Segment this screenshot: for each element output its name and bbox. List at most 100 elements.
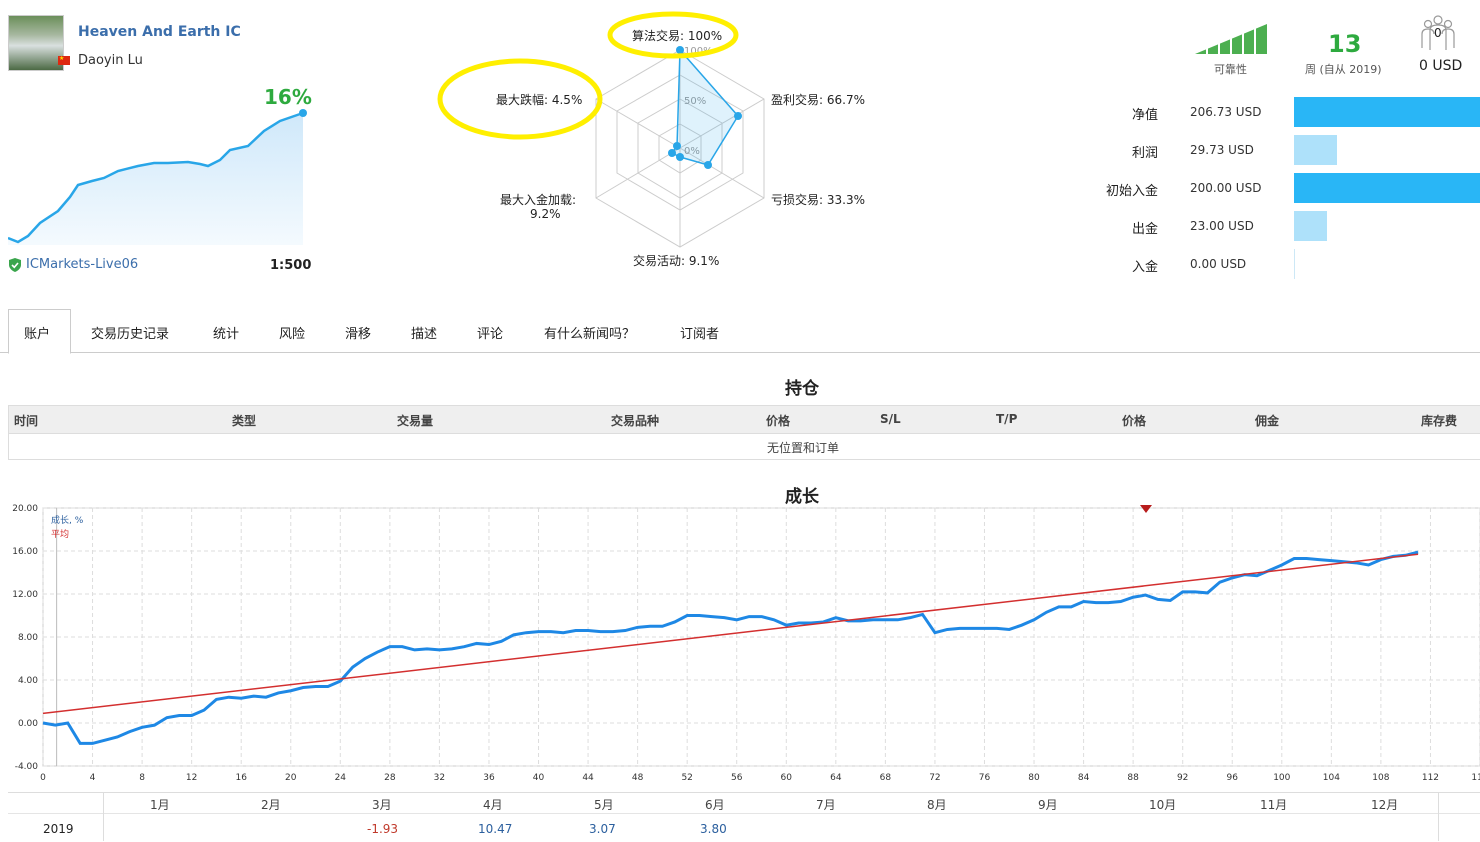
tab-statistics[interactable]: 统计 <box>213 323 239 342</box>
positions-col-4[interactable]: 价格 <box>766 412 790 429</box>
month-value-0: -1.93 <box>367 822 399 836</box>
positions-col-2[interactable]: 交易量 <box>397 412 433 429</box>
monthly-table-left-border <box>103 792 104 841</box>
finance-value-1: 29.73 USD <box>1190 143 1254 157</box>
x-tick-60: 60 <box>781 773 793 783</box>
finance-label-1: 利润 <box>1131 146 1158 161</box>
positions-col-9[interactable]: 库存费 <box>1421 412 1457 429</box>
radar-label-deposit-load-line1: 最大入金加载: <box>500 193 577 207</box>
x-tick-68: 68 <box>880 773 892 783</box>
month-label-7: 8月 <box>927 798 947 812</box>
y-tick-3: 8.00 <box>18 633 38 643</box>
positions-col-1[interactable]: 类型 <box>232 412 256 429</box>
x-tick-108: 108 <box>1372 773 1389 783</box>
positions-col-7[interactable]: 价格 <box>1122 412 1146 429</box>
tab-account[interactable]: 账户 <box>24 323 50 342</box>
leverage: 1:500 <box>270 258 312 273</box>
verified-shield-icon <box>9 257 21 272</box>
month-label-9: 10月 <box>1149 798 1177 812</box>
highlight-ellipse-drawdown <box>437 58 603 140</box>
signal-avatar[interactable] <box>8 15 64 71</box>
radar-point-loss <box>704 161 712 169</box>
finance-value-3: 23.00 USD <box>1190 219 1254 233</box>
x-tick-80: 80 <box>1028 773 1040 783</box>
highlight-ellipse-algo <box>607 11 739 59</box>
x-tick-104: 104 <box>1323 773 1340 783</box>
month-label-6: 7月 <box>816 798 836 812</box>
x-tick-48: 48 <box>632 773 644 783</box>
positions-col-3[interactable]: 交易品种 <box>611 412 659 429</box>
tab-subscribers[interactable]: 订阅者 <box>680 323 719 342</box>
month-label-5: 6月 <box>705 798 725 812</box>
finance-bar-3 <box>1294 211 1328 241</box>
monthly-table-divider <box>8 813 1480 814</box>
year-label: 2019 <box>43 822 74 836</box>
month-label-11: 12月 <box>1371 798 1399 812</box>
legend-growth: 成长, % <box>51 516 84 526</box>
radar-point-deposit-load <box>668 149 676 157</box>
finance-bar-0 <box>1294 97 1480 127</box>
positions-col-6[interactable]: T/P <box>996 412 1017 426</box>
legend-average: 平均 <box>51 530 70 540</box>
x-tick-116: 116 <box>1471 773 1480 783</box>
signal-title[interactable]: Heaven And Earth IC <box>78 24 241 40</box>
tab-reviews[interactable]: 评论 <box>477 323 503 342</box>
y-tick-2: 4.00 <box>18 676 38 686</box>
x-tick-40: 40 <box>533 773 545 783</box>
tab-slippage[interactable]: 滑移 <box>345 323 371 342</box>
positions-col-8[interactable]: 佣金 <box>1255 412 1279 429</box>
growth-chart: 0 4 8 12 16 20 24 28 32 36 40 44 48 52 56 60 64 68 72 76 80 8… <box>12 504 1480 783</box>
tab-trade-history[interactable]: 交易历史记录 <box>91 323 169 342</box>
broker-server[interactable]: ICMarkets-Live06 <box>26 257 138 272</box>
finance-bar-1 <box>1294 135 1337 165</box>
positions-title: 持仓 <box>785 379 819 399</box>
x-tick-84: 84 <box>1078 773 1090 783</box>
china-flag-icon <box>58 55 70 65</box>
radar-label-deposit-load-line2: 9.2% <box>530 207 561 221</box>
y-tick-1: 0.00 <box>18 719 38 729</box>
monthly-table-right-border <box>1438 792 1439 841</box>
x-tick-64: 64 <box>830 773 842 783</box>
x-tick-92: 92 <box>1177 773 1188 783</box>
finance-value-2: 200.00 USD <box>1190 181 1262 195</box>
finance-bar-2 <box>1294 173 1480 203</box>
owner-row: Daoyin Lu <box>58 53 143 68</box>
x-tick-44: 44 <box>582 773 594 783</box>
weeks-label: 周 (自从 2019) <box>1305 63 1382 76</box>
month-label-0: 1月 <box>150 798 170 812</box>
weeks-count: 13 <box>1328 30 1362 58</box>
positions-empty-message: 无位置和订单 <box>767 441 840 455</box>
y-tick-0: -4.00 <box>15 762 39 772</box>
finance-value-4: 0.00 USD <box>1190 257 1247 271</box>
tab-risk[interactable]: 风险 <box>279 323 305 342</box>
event-marker-icon[interactable] <box>1140 505 1152 515</box>
x-tick-8: 8 <box>139 773 145 783</box>
x-tick-24: 24 <box>335 773 347 783</box>
owner-name[interactable]: Daoyin Lu <box>78 53 143 68</box>
x-tick-96: 96 <box>1227 773 1239 783</box>
radar-label-profit-trades: 盈利交易: 66.7% <box>771 93 865 107</box>
y-tick-6: 20.00 <box>12 504 38 514</box>
positions-col-0[interactable]: 时间 <box>14 412 38 429</box>
month-label-1: 2月 <box>261 798 281 812</box>
y-tick-5: 16.00 <box>12 547 38 557</box>
tab-description[interactable]: 描述 <box>411 323 437 342</box>
positions-table-body <box>8 432 1480 460</box>
positions-col-5[interactable]: S/L <box>880 412 901 426</box>
month-value-3: 3.80 <box>700 822 727 836</box>
x-tick-16: 16 <box>235 773 247 783</box>
tab-news[interactable]: 有什么新闻吗？ <box>544 323 635 342</box>
x-tick-72: 72 <box>929 773 940 783</box>
month-value-1: 10.47 <box>478 822 513 836</box>
highlight-annotations <box>437 11 739 140</box>
x-tick-100: 100 <box>1273 773 1290 783</box>
mini-growth-area <box>8 113 303 245</box>
broker-row: ICMarkets-Live06 <box>9 257 138 272</box>
month-label-4: 5月 <box>594 798 614 812</box>
y-tick-4: 12.00 <box>12 590 38 600</box>
x-tick-112: 112 <box>1422 773 1439 783</box>
x-tick-12: 12 <box>186 773 197 783</box>
mini-growth-chart <box>8 109 307 245</box>
month-label-10: 11月 <box>1260 798 1288 812</box>
finance-label-0: 净值 <box>1131 108 1158 123</box>
